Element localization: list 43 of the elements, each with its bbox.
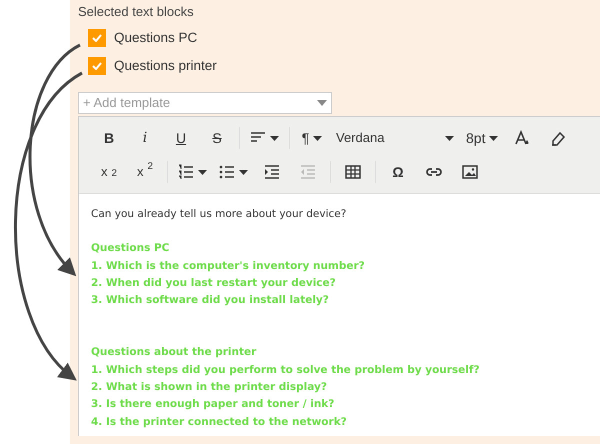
script-button[interactable]: x$_{2}$: [91, 159, 127, 185]
checkbox[interactable]: [88, 57, 106, 75]
indent-icon: [264, 164, 280, 180]
paragraph-format-button[interactable]: ¶: [294, 125, 330, 151]
section-title: Selected text blocks: [78, 4, 195, 20]
block-heading: Questions PC: [91, 241, 170, 256]
checkbox-label: Questions PC: [114, 28, 198, 47]
image-icon: [462, 164, 478, 180]
question-line: 1. Which is the computer's inventory number?: [91, 258, 366, 274]
font-family-dropdown[interactable]: Verdana: [330, 125, 460, 151]
check-icon: [92, 34, 102, 42]
special-character-button[interactable]: Ω: [380, 159, 416, 185]
font-size-dropdown[interactable]: 8pt: [460, 125, 504, 151]
text-color-icon: [514, 130, 530, 146]
caret-icon: [445, 136, 454, 140]
caret-icon: [198, 170, 207, 174]
paragraph: Can you already tell us more about your device?: [91, 207, 348, 222]
outdent-icon: [300, 164, 316, 180]
checkbox[interactable]: [88, 29, 106, 47]
question-line: 3. Which software did you install lately?: [91, 293, 330, 308]
bullet-list-icon: [219, 164, 235, 180]
question-line: 1. Which steps did you perform to solve the problem by yourself?: [91, 362, 481, 378]
caret-icon: [317, 100, 327, 106]
numbered-list-icon: [178, 164, 194, 180]
bold-button[interactable]: B: [91, 125, 127, 151]
question-line: 3. Is there enough paper and toner / ink?: [91, 397, 336, 412]
eraser-icon: [550, 130, 566, 146]
question-line: 4. Is the printer connected to the network?: [91, 414, 348, 430]
placeholder-text: + Add template: [83, 94, 170, 112]
caret-icon: [313, 136, 322, 140]
table-icon: [345, 164, 361, 180]
check-icon: [92, 62, 102, 70]
caret-icon: [239, 170, 248, 174]
checkbox-label: Questions printer: [114, 56, 217, 75]
question-line: 2. When did you last restart your device?: [91, 276, 337, 291]
underline-button[interactable]: U: [163, 125, 199, 151]
caret-icon: [489, 136, 498, 140]
question-line: 2. What is shown in the printer display?: [91, 380, 328, 396]
italic-button[interactable]: i: [127, 125, 163, 151]
strikethrough-button[interactable]: S: [199, 125, 235, 151]
script-button[interactable]: x$^{2}$: [127, 159, 163, 185]
block-heading: Questions about the printer: [91, 345, 258, 360]
caret-icon: [270, 136, 279, 140]
